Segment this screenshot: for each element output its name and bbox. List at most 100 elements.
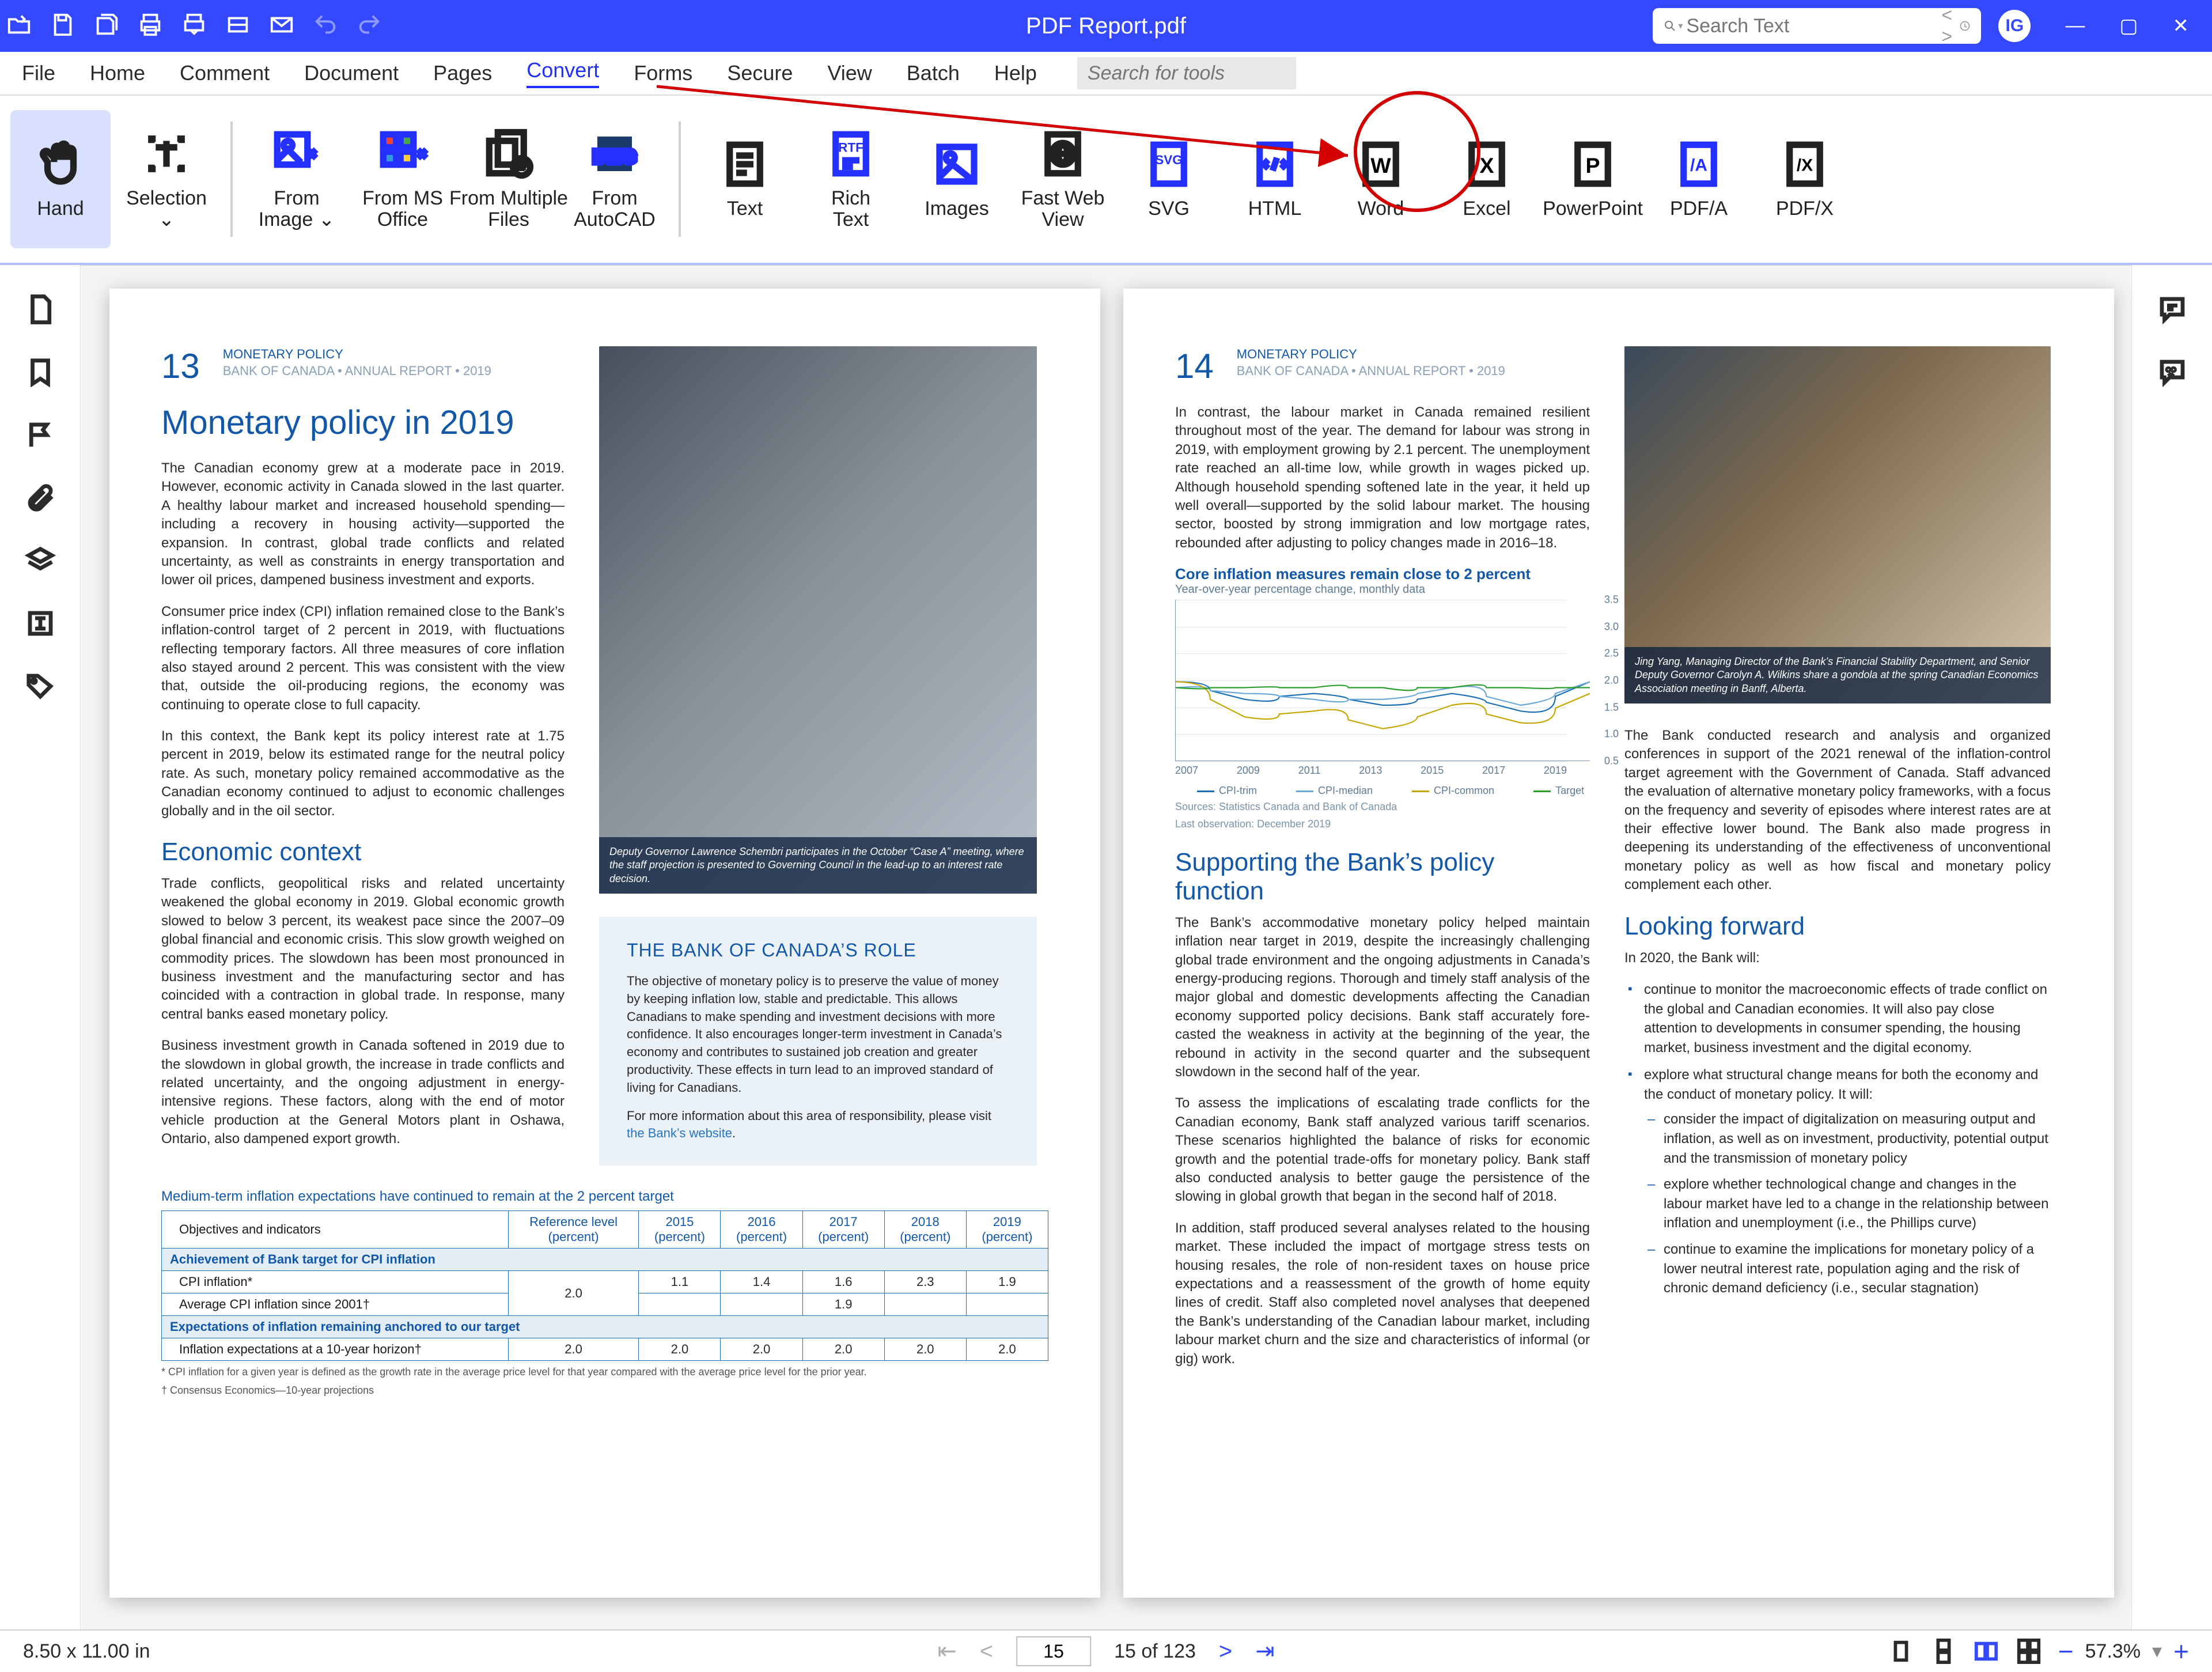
search-box[interactable]: ▾ < >	[1653, 8, 1981, 44]
redo-icon[interactable]	[356, 12, 382, 41]
search-input[interactable]	[1686, 15, 1941, 37]
menu-secure[interactable]: Secure	[727, 61, 793, 85]
page-14: 14 MONETARY POLICY BANK OF CANADA • ANNU…	[1123, 289, 2114, 1598]
page-number: 13	[161, 346, 200, 386]
ribbon-html[interactable]: HTML	[1225, 110, 1325, 248]
svg-text:RTF: RTF	[838, 140, 863, 154]
ribbon-ppt[interactable]: PPowerPoint	[1543, 110, 1643, 248]
menu-home[interactable]: Home	[90, 61, 145, 85]
menu-help[interactable]: Help	[994, 61, 1037, 85]
page-dimensions: 8.50 x 11.00 in	[23, 1640, 150, 1663]
heading: Monetary policy in 2019	[161, 403, 565, 442]
ribbon-excel[interactable]: XExcel	[1437, 110, 1537, 248]
photo: Deputy Governor Lawrence Schembri partic…	[599, 346, 1037, 894]
ribbon-pdfx[interactable]: /XPDF/X	[1755, 110, 1855, 248]
ribbon-selection[interactable]: Selection ⌄	[116, 110, 217, 248]
chat-icon[interactable]	[2157, 357, 2188, 391]
workspace: 13 MONETARY POLICY BANK OF CANADA • ANNU…	[0, 265, 2212, 1629]
save-icon[interactable]	[50, 12, 76, 41]
tags-icon[interactable]	[25, 671, 56, 705]
menu-forms[interactable]: Forms	[634, 61, 692, 85]
svg-text:P: P	[1585, 153, 1600, 177]
search-options-icon[interactable]	[1959, 17, 1971, 35]
open-icon[interactable]	[6, 12, 32, 41]
ribbon-from-multi[interactable]: From Multiple Files	[459, 110, 559, 248]
page-nav: ⇤ < 15 of 123 > ⇥	[937, 1636, 1275, 1666]
svg-text:/X: /X	[1797, 156, 1813, 175]
single-page-view[interactable]	[1888, 1638, 1914, 1665]
flag-icon[interactable]	[25, 419, 56, 453]
next-page-button[interactable]: >	[1219, 1639, 1232, 1665]
ribbon-word[interactable]: WWord	[1331, 110, 1431, 248]
continuous-view[interactable]	[1930, 1638, 1957, 1665]
ribbon-from-acad[interactable]: DWGFrom AutoCAD	[565, 110, 665, 248]
page-13: 13 MONETARY POLICY BANK OF CANADA • ANNU…	[109, 289, 1100, 1598]
ribbon: HandSelection ⌄ From Image ⌄From MS Offic…	[0, 94, 2212, 265]
page-crumb: MONETARY POLICY BANK OF CANADA • ANNUAL …	[223, 346, 491, 379]
first-page-button[interactable]: ⇤	[937, 1638, 957, 1665]
page-total: 15 of 123	[1114, 1640, 1196, 1663]
print-icon[interactable]	[137, 12, 164, 41]
bank-website-link[interactable]: the Bank’s website	[627, 1126, 732, 1140]
ribbon-text[interactable]: Text	[695, 110, 795, 248]
bullet-list: continue to monitor the macroeconomic ef…	[1624, 980, 2051, 1298]
menubar: File Home Comment Document Pages Convert…	[0, 52, 2212, 94]
ribbon-images[interactable]: Images	[907, 110, 1007, 248]
tool-search-input[interactable]	[1077, 57, 1296, 89]
svg-text:DWG: DWG	[593, 147, 635, 167]
menu-convert[interactable]: Convert	[527, 58, 599, 88]
ribbon-from-ms[interactable]: From MS Office	[353, 110, 453, 248]
status-bar: 8.50 x 11.00 in ⇤ < 15 of 123 > ⇥ − 57.3…	[0, 1629, 2212, 1672]
ribbon-svg[interactable]: SVGSVG	[1119, 110, 1219, 248]
menu-pages[interactable]: Pages	[433, 61, 492, 85]
canvas[interactable]: 13 MONETARY POLICY BANK OF CANADA • ANNU…	[81, 265, 2131, 1629]
attachment-icon[interactable]	[25, 482, 56, 516]
prev-page-button[interactable]: <	[980, 1639, 993, 1665]
ocr-icon[interactable]	[25, 608, 56, 642]
search-icon	[1663, 16, 1677, 36]
scan-icon[interactable]	[225, 12, 251, 41]
inflation-table: Objectives and indicators Reference leve…	[161, 1211, 1048, 1361]
left-rail	[0, 265, 81, 1629]
search-nav[interactable]: < >	[1941, 5, 1959, 47]
ribbon-fastweb[interactable]: Fast Web View	[1013, 110, 1113, 248]
last-page-button[interactable]: ⇥	[1255, 1638, 1275, 1665]
menu-file[interactable]: File	[22, 61, 55, 85]
bookmarks-icon[interactable]	[25, 357, 56, 391]
svg-text:SVG: SVG	[1155, 153, 1183, 167]
zoom-value: 57.3%	[2085, 1640, 2141, 1663]
user-avatar[interactable]: IG	[1998, 10, 2031, 42]
undo-icon[interactable]	[312, 12, 339, 41]
ribbon-from-image[interactable]: From Image ⌄	[247, 110, 347, 248]
menu-batch[interactable]: Batch	[907, 61, 960, 85]
ribbon-rtf[interactable]: RTFRich Text	[801, 110, 901, 248]
zoom-in-button[interactable]: +	[2173, 1636, 2189, 1667]
svg-text:/A: /A	[1690, 156, 1707, 175]
titlebar: PDF Report.pdf ▾ < > IG — ▢ ✕	[0, 0, 2212, 52]
menu-view[interactable]: View	[827, 61, 872, 85]
zoom-out-button[interactable]: −	[2058, 1636, 2074, 1667]
close-button[interactable]: ✕	[2173, 14, 2190, 37]
maximize-button[interactable]: ▢	[2119, 14, 2138, 37]
window-title: PDF Report.pdf	[1026, 13, 1186, 39]
inflation-chart: 0.51.01.52.02.53.03.5	[1175, 600, 1590, 761]
print-options-icon[interactable]	[181, 12, 207, 41]
thumbnails-icon[interactable]	[25, 294, 56, 328]
svg-text:X: X	[1479, 153, 1494, 177]
right-rail	[2131, 265, 2212, 1629]
minimize-button[interactable]: —	[2065, 14, 2085, 37]
svg-text:W: W	[1370, 153, 1391, 177]
comments-panel-icon[interactable]	[2157, 294, 2188, 328]
two-page-continuous-view[interactable]	[2016, 1638, 2042, 1665]
photo: Jing Yang, Managing Director of the Bank…	[1624, 346, 2051, 703]
layers-icon[interactable]	[25, 545, 56, 579]
ribbon-hand[interactable]: Hand	[10, 110, 111, 248]
page-input[interactable]	[1016, 1636, 1091, 1666]
save-all-icon[interactable]	[93, 12, 120, 41]
mail-icon[interactable]	[268, 12, 295, 41]
two-page-view[interactable]	[1973, 1638, 1999, 1665]
ribbon-pdfa[interactable]: /APDF/A	[1649, 110, 1749, 248]
info-box: THE BANK OF CANADA’S ROLE The objective …	[599, 917, 1037, 1166]
menu-comment[interactable]: Comment	[180, 61, 270, 85]
menu-document[interactable]: Document	[304, 61, 399, 85]
